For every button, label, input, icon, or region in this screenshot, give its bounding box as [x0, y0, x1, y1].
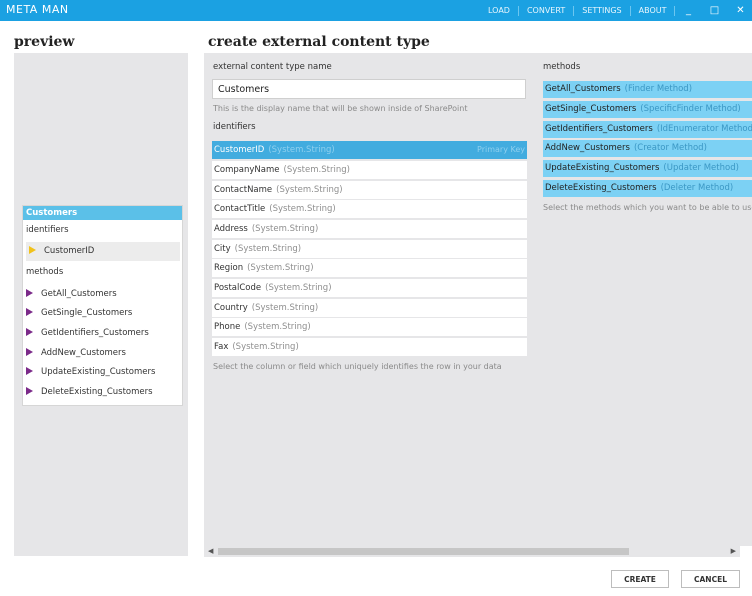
method-row[interactable]: GetAll_Customers (Finder Method): [543, 81, 752, 98]
tree-method-item[interactable]: GetAll_Customers: [23, 285, 180, 304]
maximize-icon[interactable]: □: [701, 5, 727, 16]
identifier-row[interactable]: CompanyName (System.String): [212, 161, 527, 179]
create-button[interactable]: CREATE: [611, 570, 669, 588]
method-arrow-icon: [26, 327, 33, 336]
identifier-row[interactable]: ContactTitle (System.String): [212, 200, 527, 218]
tree-root-customers[interactable]: Customers: [23, 206, 182, 220]
minimize-icon[interactable]: _: [675, 5, 701, 16]
identifier-row[interactable]: City (System.String): [212, 240, 527, 258]
preview-tree: Customers identifiers CustomerID methods…: [22, 205, 183, 406]
tree-method-item[interactable]: DeleteExisting_Customers: [23, 383, 180, 402]
tree-method-item[interactable]: GetSingle_Customers: [23, 304, 180, 323]
method-row[interactable]: UpdateExisting_Customers (Updater Method): [543, 160, 752, 177]
horizontal-scrollbar[interactable]: ◀ ▶: [204, 546, 740, 557]
identifier-row[interactable]: ContactName (System.String): [212, 181, 527, 199]
tree-method-item[interactable]: UpdateExisting_Customers: [23, 363, 180, 382]
tree-method-item[interactable]: AddNew_Customers: [23, 344, 180, 363]
identifier-row[interactable]: Address (System.String): [212, 220, 527, 238]
title-bar: META MAN LOAD CONVERT SETTINGS ABOUT _ □…: [0, 0, 752, 21]
method-row[interactable]: GetSingle_Customers (SpecificFinder Metho…: [543, 101, 752, 118]
method-arrow-icon: [26, 366, 33, 375]
methods-hint: Select the methods which you want to be …: [543, 203, 752, 212]
app-title: META MAN: [6, 3, 69, 16]
scroll-left-icon[interactable]: ◀: [208, 546, 213, 557]
tree-method-item[interactable]: GetIdentifiers_Customers: [23, 324, 180, 343]
method-row[interactable]: DeleteExisting_Customers (Deleter Method): [543, 180, 752, 197]
identifiers-hint: Select the column or field which uniquel…: [213, 362, 502, 371]
identifiers-label: identifiers: [213, 122, 256, 132]
method-arrow-icon: [26, 307, 33, 316]
nav-about[interactable]: ABOUT: [631, 5, 676, 16]
page-title: create external content type: [208, 34, 430, 50]
content-type-name-input[interactable]: Customers: [212, 79, 526, 99]
identifier-row[interactable]: PostalCode (System.String): [212, 279, 527, 297]
method-row[interactable]: AddNew_Customers (Creator Method): [543, 140, 752, 157]
name-hint: This is the display name that will be sh…: [213, 104, 468, 113]
identifier-row[interactable]: Fax (System.String): [212, 338, 527, 356]
nav-convert[interactable]: CONVERT: [519, 5, 575, 16]
key-arrow-icon: [29, 245, 36, 254]
identifier-row-customerid[interactable]: CustomerID (System.String) Primary Key: [212, 141, 527, 159]
preview-heading: preview: [14, 34, 75, 50]
scroll-right-icon[interactable]: ▶: [731, 546, 736, 557]
cancel-button[interactable]: CANCEL: [681, 570, 740, 588]
method-arrow-icon: [26, 347, 33, 356]
tree-identifiers-label: identifiers: [26, 225, 69, 235]
name-label: external content type name: [213, 62, 332, 72]
method-row[interactable]: GetIdentifiers_Customers (IdEnumerator Me…: [543, 121, 752, 138]
primary-key-badge: Primary Key: [477, 145, 525, 154]
method-arrow-icon: [26, 386, 33, 395]
tree-item-customerid[interactable]: CustomerID: [26, 242, 180, 261]
identifier-row[interactable]: Country (System.String): [212, 299, 527, 317]
tree-methods-label: methods: [26, 267, 64, 277]
close-icon[interactable]: ✕: [727, 5, 752, 16]
methods-label: methods: [543, 62, 581, 72]
nav-settings[interactable]: SETTINGS: [574, 5, 631, 16]
top-nav: LOAD CONVERT SETTINGS ABOUT _ □ ✕: [480, 0, 752, 21]
nav-load[interactable]: LOAD: [480, 5, 519, 16]
identifier-row[interactable]: Region (System.String): [212, 259, 527, 277]
identifier-row[interactable]: Phone (System.String): [212, 318, 527, 336]
method-arrow-icon: [26, 288, 33, 297]
scrollbar-thumb[interactable]: [218, 548, 629, 555]
